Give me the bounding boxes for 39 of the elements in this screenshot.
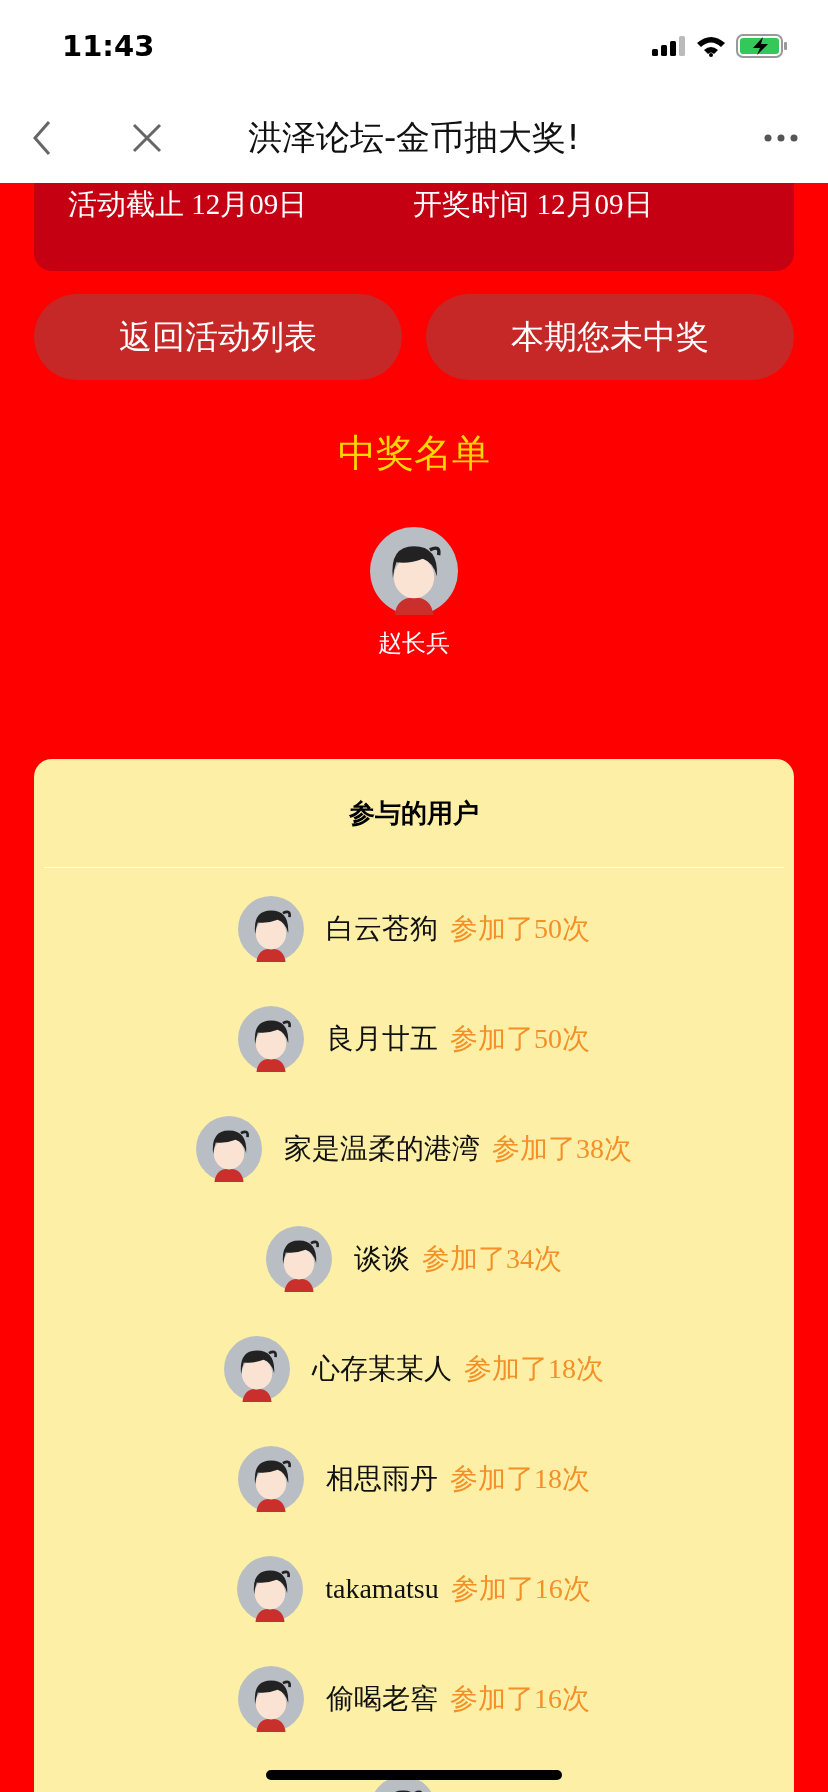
card-title: 参与的用户 xyxy=(44,759,784,868)
count-text: 参加了50次 xyxy=(450,912,590,946)
close-icon[interactable] xyxy=(132,122,162,153)
section-title: 中奖名单 xyxy=(337,430,491,477)
avatar xyxy=(238,1446,304,1512)
user-name: 白云苍狗 xyxy=(326,912,438,946)
user-name: 家是温柔的港湾 xyxy=(284,1132,480,1166)
signal-icon xyxy=(652,36,686,56)
battery-charging-icon xyxy=(736,34,788,58)
avatar xyxy=(238,1666,304,1732)
user-name: takamatsu xyxy=(325,1573,439,1605)
count-text: 参加了34次 xyxy=(422,1242,562,1276)
avatar xyxy=(224,1336,290,1402)
count-text: 参加了50次 xyxy=(450,1022,590,1056)
action-button[interactable]: 本期您未中奖 xyxy=(426,294,794,380)
user-name: 偷喝老窖 xyxy=(326,1682,438,1716)
action-button[interactable]: 返回活动列表 xyxy=(34,294,402,380)
page-title: 洪泽论坛-金币抽大奖! xyxy=(248,115,581,159)
avatar xyxy=(266,1226,332,1292)
avatar xyxy=(238,1006,304,1072)
user-name: 心存某某人 xyxy=(312,1352,452,1386)
avatar xyxy=(196,1116,262,1182)
status-time: 11:43 xyxy=(62,29,155,63)
count-text: 参加了18次 xyxy=(450,1462,590,1496)
winner-name: 赵长兵 xyxy=(378,628,450,659)
avatar xyxy=(237,1556,304,1622)
avatar xyxy=(238,896,304,962)
back-icon[interactable] xyxy=(32,119,52,156)
count-text: 参加了38次 xyxy=(492,1132,632,1166)
more-icon[interactable] xyxy=(764,133,798,142)
count-text: 参加了16次 xyxy=(450,1682,590,1716)
user-name: 相思雨丹 xyxy=(326,1462,438,1496)
count-text: 参加了18次 xyxy=(464,1352,604,1386)
wifi-icon xyxy=(696,35,726,57)
date-text: 活动截止 12月09日 xyxy=(68,187,308,221)
count-text: 参加了16次 xyxy=(450,1572,591,1606)
user-name: 良月廿五 xyxy=(326,1022,438,1056)
date-text: 开奖时间 12月09日 xyxy=(413,187,653,221)
user-name: 谈谈 xyxy=(354,1242,410,1276)
